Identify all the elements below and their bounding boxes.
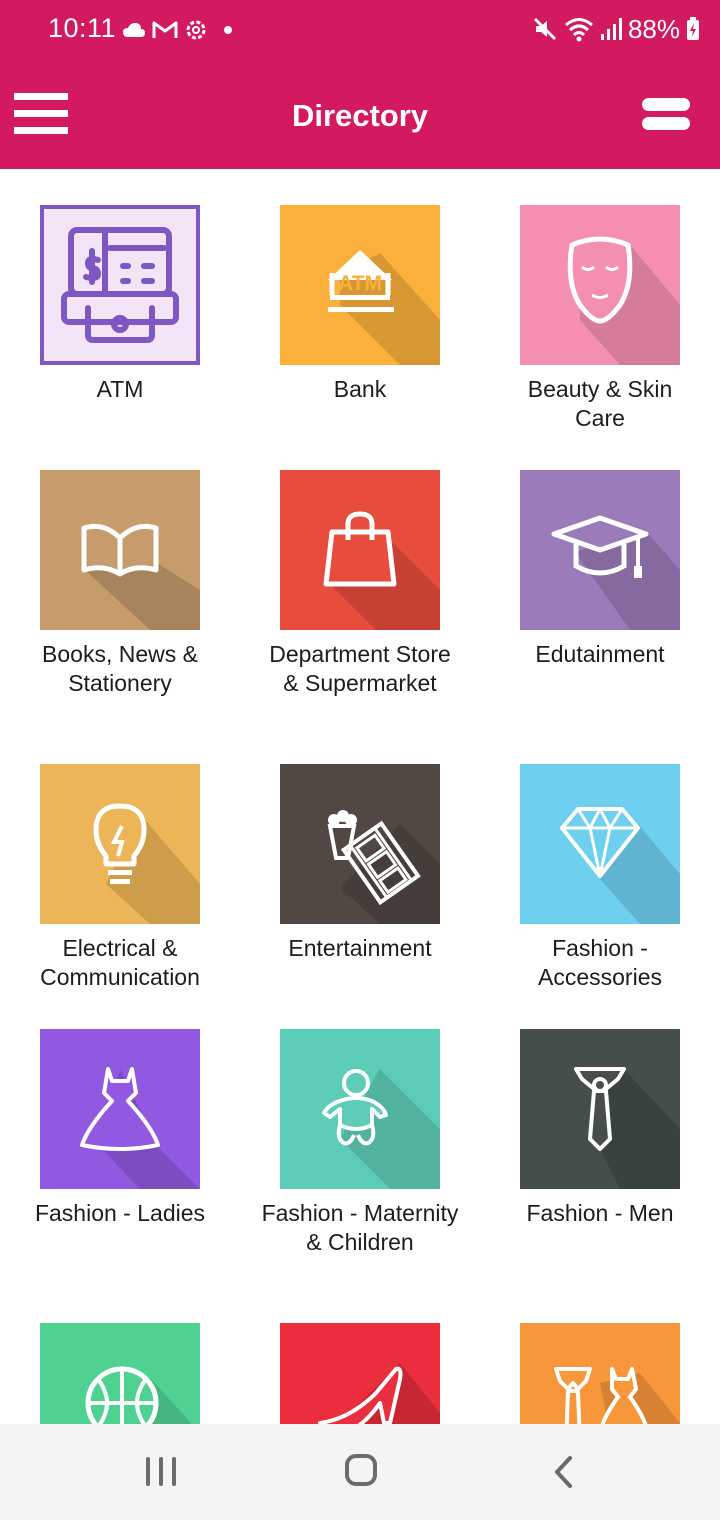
light-bulb-icon <box>40 764 200 924</box>
basketball-icon <box>40 1323 200 1424</box>
category-icon-box <box>40 1323 200 1424</box>
status-time: 10:11 <box>48 13 117 43</box>
category-atm[interactable]: ATM <box>40 205 200 402</box>
signal-icon <box>600 18 622 40</box>
face-mask-icon <box>520 205 680 365</box>
system-nav-bar <box>0 1424 720 1520</box>
category-icon-box <box>520 1323 680 1424</box>
category-books-news-stationery[interactable]: Books, News & Stationery <box>40 470 200 696</box>
battery-icon <box>687 17 699 40</box>
category-icon-box <box>40 205 200 365</box>
category-label: Fashion - Accessories <box>538 935 662 990</box>
category-label: Fashion - Men <box>526 1200 674 1226</box>
category-electrical-communication[interactable]: Electrical & Communication <box>40 764 200 990</box>
category-fashion-maternity-children[interactable]: Fashion - Maternity & Children <box>262 1029 458 1255</box>
gmail-icon <box>152 21 178 38</box>
back-icon[interactable] <box>548 1454 582 1490</box>
category-fashion-ladies[interactable]: Fashion - Ladies <box>35 1029 205 1226</box>
diamond-icon <box>520 764 680 924</box>
status-system-icons: 88% <box>532 13 700 45</box>
battery-percent: 88% <box>627 13 680 44</box>
open-book-icon <box>40 470 200 630</box>
page-title: Directory <box>291 98 429 133</box>
baby-icon <box>280 1029 440 1189</box>
mute-icon <box>533 17 557 41</box>
status-notification-icons <box>122 15 238 45</box>
category-sports[interactable] <box>40 1323 200 1424</box>
settings-icon <box>186 20 206 40</box>
category-icon-box <box>280 470 440 630</box>
popcorn-film-icon <box>280 764 440 924</box>
category-icon-box <box>40 470 200 630</box>
category-fashion-men[interactable]: Fashion - Men <box>520 1029 680 1226</box>
app-bar: Directory <box>0 60 720 169</box>
category-fashion-unisex[interactable] <box>520 1323 680 1424</box>
bank-icon: ATM <box>280 205 440 365</box>
category-label: Edutainment <box>535 641 665 667</box>
shopping-bag-icon <box>280 470 440 630</box>
category-icon-box <box>520 764 680 924</box>
category-label: ATM <box>96 376 144 402</box>
category-label: Fashion - Maternity & Children <box>261 1200 459 1255</box>
list-view-icon[interactable] <box>642 98 690 130</box>
category-icon-box <box>40 764 200 924</box>
category-label: Department Store & Supermarket <box>269 641 451 696</box>
atm-machine-icon <box>40 205 200 365</box>
category-edutainment[interactable]: Edutainment <box>520 470 680 667</box>
category-department-store[interactable]: Department Store & Supermarket <box>269 470 451 696</box>
category-label: Electrical & Communication <box>40 935 200 990</box>
dress-icon <box>40 1029 200 1189</box>
recent-apps-icon[interactable] <box>146 1457 178 1487</box>
home-icon[interactable] <box>345 1454 377 1486</box>
category-icon-box: ATM <box>280 205 440 365</box>
status-bar: 10:11 88% <box>0 0 720 60</box>
category-shoes[interactable] <box>280 1323 440 1424</box>
category-icon-box <box>520 205 680 365</box>
category-label: Bank <box>333 376 387 402</box>
category-grid[interactable]: ATM ATM Bank Beauty & Skin Care Books, N… <box>0 169 720 1424</box>
category-label: Beauty & Skin Care <box>527 376 673 431</box>
category-icon-box <box>280 1323 440 1424</box>
category-entertainment[interactable]: Entertainment <box>280 764 440 961</box>
category-bank[interactable]: ATM Bank <box>280 205 440 402</box>
high-heel-icon <box>280 1323 440 1424</box>
category-icon-box <box>520 470 680 630</box>
svg-text:ATM: ATM <box>338 272 382 295</box>
dot-icon <box>224 26 232 34</box>
category-label: Entertainment <box>288 935 432 961</box>
clothes-icon <box>520 1323 680 1424</box>
category-label: Fashion - Ladies <box>34 1200 206 1226</box>
category-icon-box <box>40 1029 200 1189</box>
category-label: Books, News & Stationery <box>42 641 198 696</box>
graduation-cap-icon <box>520 470 680 630</box>
category-fashion-accessories[interactable]: Fashion - Accessories <box>520 764 680 990</box>
category-icon-box <box>520 1029 680 1189</box>
category-icon-box <box>280 1029 440 1189</box>
wifi-icon <box>564 18 593 42</box>
cloud-icon <box>123 23 145 37</box>
category-beauty-skin-care[interactable]: Beauty & Skin Care <box>520 205 680 431</box>
necktie-icon <box>520 1029 680 1189</box>
category-icon-box <box>280 764 440 924</box>
